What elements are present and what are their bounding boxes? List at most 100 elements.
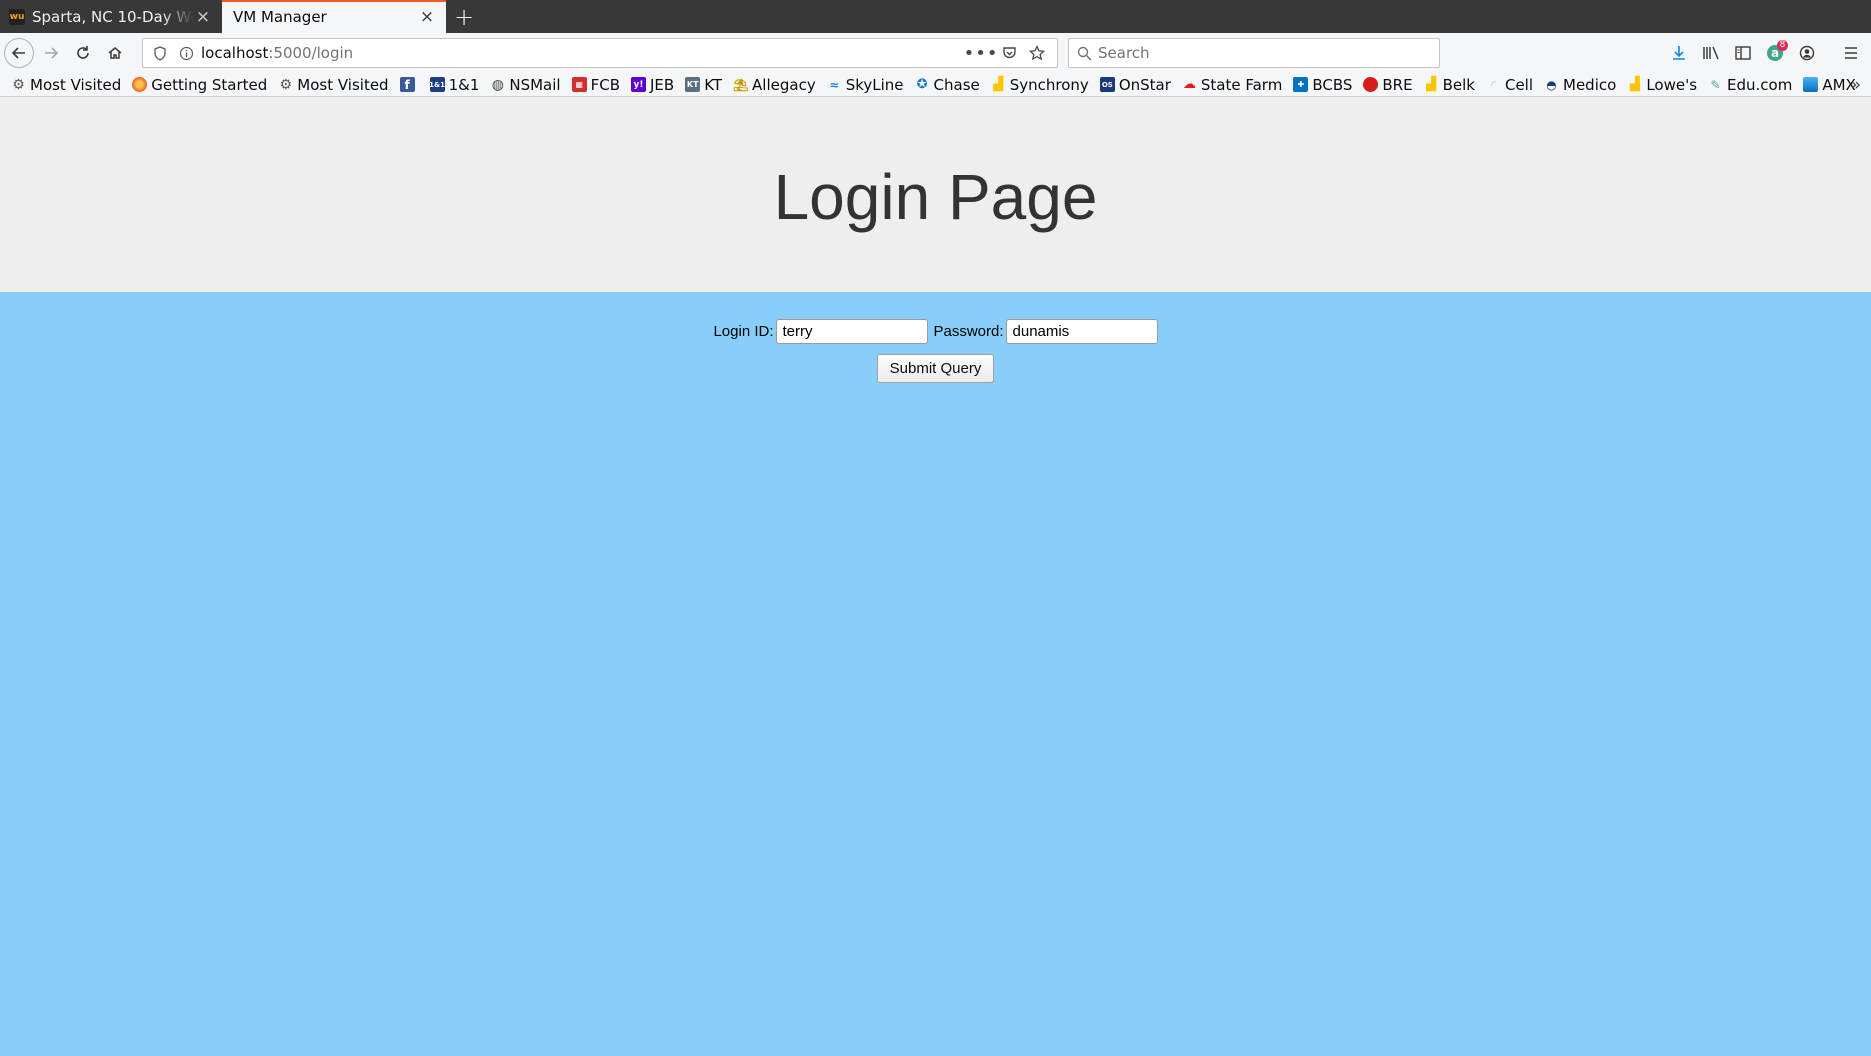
- bookmark-bcbs[interactable]: ✚ BCBS: [1293, 76, 1352, 94]
- sidebar-icon: [1735, 46, 1751, 60]
- reload-button[interactable]: [68, 38, 98, 68]
- bookmark-label: FCB: [590, 75, 620, 94]
- bookmark-bre[interactable]: BRE: [1363, 75, 1413, 94]
- bookmark-kt[interactable]: KT KT: [685, 76, 722, 94]
- bookmark-amx[interactable]: AMX: [1803, 76, 1856, 94]
- plus-icon: +: [453, 2, 475, 31]
- medico-icon: ◓: [1546, 77, 1557, 92]
- bookmark-1and1[interactable]: 1&1 1&1: [429, 76, 479, 94]
- bookmark-label: Getting Started: [151, 75, 268, 94]
- bookmark-belk[interactable]: ▟ Belk: [1424, 76, 1475, 94]
- bookmark-label: Most Visited: [30, 75, 122, 94]
- search-bar[interactable]: [1068, 38, 1440, 68]
- url-path: :5000/login: [268, 44, 354, 62]
- forward-button[interactable]: [36, 38, 66, 68]
- close-tab-icon[interactable]: ×: [418, 7, 436, 27]
- account-icon: [1799, 45, 1815, 61]
- tab-vm-manager[interactable]: VM Manager ×: [222, 0, 446, 33]
- bookmark-nsmail[interactable]: ◍ NSMail: [490, 76, 561, 94]
- password-input[interactable]: [1005, 319, 1158, 344]
- login-form-area: Login ID: Password: Submit Query: [0, 292, 1871, 1056]
- bookmark-label: Belk: [1442, 75, 1475, 94]
- arrow-left-icon: [11, 47, 25, 59]
- bookmark-skyline[interactable]: ≈ SkyLine: [827, 75, 904, 94]
- addon-button[interactable]: a 8: [1759, 38, 1791, 68]
- bookmark-onstar[interactable]: OS OnStar: [1099, 75, 1171, 94]
- bookmark-getting-started[interactable]: Getting Started: [132, 76, 267, 94]
- credentials-row: Login ID: Password:: [0, 292, 1871, 344]
- back-button[interactable]: [4, 38, 34, 68]
- chevron-double-right-icon[interactable]: »: [1851, 75, 1861, 95]
- bookmark-most-visited-2[interactable]: ⚙ Most Visited: [278, 75, 389, 94]
- bookmark-label: Medico: [1563, 75, 1617, 94]
- bookmark-fcb[interactable]: ▦ FCB: [571, 75, 620, 94]
- bookmark-facebook[interactable]: f: [399, 77, 419, 92]
- bookmark-state-farm[interactable]: ☁ State Farm: [1182, 76, 1282, 94]
- bookmark-allegacy[interactable]: ⛱ Allegacy: [733, 76, 816, 94]
- toolbar-right: a 8: [1663, 38, 1867, 68]
- info-icon[interactable]: [175, 46, 197, 61]
- synchrony-icon: ▟: [993, 77, 1004, 92]
- bookmark-label: Lowe's: [1646, 75, 1698, 94]
- bookmark-cell[interactable]: ◜ Cell: [1486, 76, 1533, 94]
- submit-row: Submit Query: [0, 354, 1871, 383]
- edu-icon: ✎: [1710, 77, 1721, 92]
- download-icon: [1673, 46, 1685, 60]
- addon-badge: 8: [1777, 40, 1788, 51]
- bookmark-label: BRE: [1382, 75, 1413, 94]
- sidebar-button[interactable]: [1727, 38, 1759, 68]
- statefarm-icon: ☁: [1182, 77, 1196, 92]
- tab-weather[interactable]: wu Sparta, NC 10-Day Weather Forecast ×: [0, 0, 222, 33]
- submit-query-button[interactable]: Submit Query: [876, 354, 995, 383]
- url-text[interactable]: localhost:5000/login: [201, 44, 967, 62]
- home-button[interactable]: [100, 38, 130, 68]
- bookmark-label: Synchrony: [1009, 75, 1089, 94]
- menu-button[interactable]: [1835, 38, 1867, 68]
- belk-icon: ▟: [1426, 77, 1437, 92]
- pocket-icon[interactable]: [995, 46, 1023, 60]
- bcbs-icon: ✚: [1293, 77, 1309, 92]
- tab-title: VM Manager: [233, 7, 327, 26]
- wunderground-icon: wu: [9, 8, 25, 25]
- skyline-icon: ≈: [829, 77, 840, 92]
- star-icon[interactable]: [1023, 45, 1051, 61]
- search-input[interactable]: [1098, 44, 1431, 62]
- bookmarks-bar: ⚙ Most Visited Getting Started ⚙ Most Visi…: [0, 73, 1871, 97]
- bookmark-edu[interactable]: ✎ Edu.com: [1708, 76, 1793, 94]
- page-actions-icon[interactable]: •••: [964, 43, 998, 64]
- login-id-input[interactable]: [775, 319, 928, 344]
- shield-icon[interactable]: [149, 45, 171, 61]
- url-bar[interactable]: localhost:5000/login •••: [142, 38, 1058, 68]
- firefox-icon: [132, 77, 148, 92]
- chase-icon: ✪: [916, 77, 928, 92]
- bookmark-label: KT: [704, 75, 723, 94]
- bookmark-label: BCBS: [1312, 75, 1353, 94]
- new-tab-button[interactable]: +: [446, 0, 482, 33]
- bookmark-lowes[interactable]: ▟ Lowe's: [1627, 76, 1697, 94]
- login-form: Login ID: Password: Submit Query: [0, 292, 1871, 383]
- bookmark-jeb[interactable]: y! JEB: [631, 76, 674, 94]
- tab-strip: wu Sparta, NC 10-Day Weather Forecast × …: [0, 0, 1871, 33]
- downloads-button[interactable]: [1663, 38, 1695, 68]
- bookmark-chase[interactable]: ✪ Chase: [915, 76, 980, 94]
- hamburger-menu-icon: [1845, 47, 1857, 59]
- bookmark-medico[interactable]: ◓ Medico: [1544, 76, 1616, 94]
- bookmark-label: Allegacy: [752, 75, 816, 94]
- oneandone-icon: 1&1: [429, 77, 445, 92]
- amx-icon: [1803, 77, 1819, 92]
- bookmark-label: Most Visited: [297, 75, 389, 94]
- bookmark-synchrony[interactable]: ▟ Synchrony: [991, 76, 1089, 94]
- library-button[interactable]: [1695, 38, 1727, 68]
- bookmark-label: OnStar: [1118, 75, 1171, 94]
- lowes-icon: ▟: [1629, 77, 1640, 92]
- bookmark-label: SkyLine: [845, 75, 904, 94]
- account-button[interactable]: [1791, 38, 1823, 68]
- home-icon: [108, 47, 122, 59]
- login-id-label: Login ID:: [713, 323, 774, 340]
- bookmark-most-visited[interactable]: ⚙ Most Visited: [11, 76, 121, 94]
- close-tab-icon[interactable]: ×: [194, 7, 212, 27]
- arrow-right-icon: [45, 47, 59, 59]
- tab-title: Sparta, NC 10-Day Weather Forecast: [32, 7, 194, 26]
- fcb-icon: ▦: [571, 77, 587, 92]
- bookmark-label: Cell: [1504, 75, 1534, 94]
